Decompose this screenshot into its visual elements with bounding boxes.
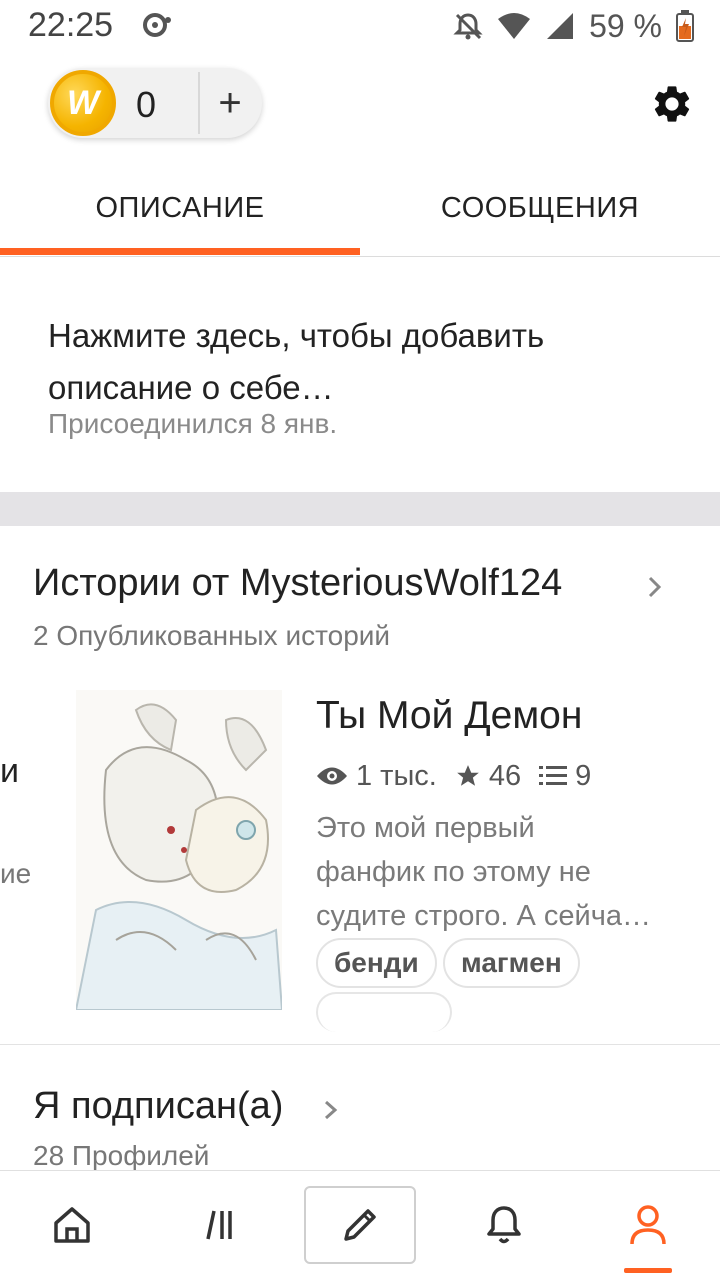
about-placeholder-line-1: Нажмите здесь, чтобы добавить: [48, 317, 545, 354]
story-votes: 46: [488, 759, 522, 792]
eye-icon: [317, 767, 347, 785]
write-icon: [344, 1209, 376, 1241]
tabs-divider: [0, 256, 720, 257]
battery-percent: 59 %: [589, 7, 662, 44]
section-separator: [0, 492, 720, 526]
nav-library[interactable]: [162, 1186, 274, 1264]
coin-count: 0: [136, 84, 157, 125]
about-placeholder[interactable]: Нажмите здесь, чтобы добавить описание о…: [48, 310, 668, 414]
story-reads: 1 тыс.: [356, 759, 437, 792]
parts-list-icon: [539, 766, 568, 785]
tab-messages[interactable]: СООБЩЕНИЯ: [360, 192, 720, 258]
chevron-right-icon[interactable]: [644, 570, 666, 604]
star-icon: [457, 765, 479, 786]
notifications-icon: [487, 1206, 521, 1244]
previous-card-peek-text: ие: [0, 858, 32, 889]
status-bar: 22:25 59 %: [0, 0, 720, 52]
story-description-line-3: судите строго. А сейча…: [316, 900, 651, 932]
status-right-group: 59 %: [453, 8, 694, 44]
story-tag[interactable]: магмен: [443, 938, 580, 988]
home-icon: [54, 1207, 90, 1243]
joined-date: Присоединился 8 янв.: [48, 408, 338, 439]
data-saver-icon: [143, 13, 171, 37]
section-divider: [0, 1044, 720, 1045]
bell-off-icon: [453, 13, 483, 40]
previous-card-peek-title: и: [0, 752, 19, 790]
coin-logo-letter: W: [66, 83, 100, 122]
story-description: Это мой первый фанфик по этому не судите…: [316, 806, 686, 938]
following-count: 28 Профилей: [33, 1140, 210, 1171]
story-parts: 9: [575, 759, 592, 792]
nav-profile[interactable]: [592, 1186, 704, 1264]
nav-active-indicator: [624, 1268, 672, 1273]
stories-count: 2 Опубликованных историй: [33, 620, 391, 651]
chevron-right-icon[interactable]: [320, 1094, 342, 1126]
wifi-icon: [498, 13, 531, 39]
battery-charging-icon: [676, 10, 694, 42]
active-tab-indicator: [0, 248, 360, 255]
stories-section-title[interactable]: Истории от MysteriousWolf124: [33, 562, 562, 605]
story-tag-partial[interactable]: [316, 992, 452, 1032]
nav-notifications[interactable]: [448, 1186, 560, 1264]
story-description-line-1: Это мой первый: [316, 812, 535, 844]
coin-icon: W: [50, 70, 116, 136]
story-stats: 1 тыс. 46 9: [316, 758, 591, 794]
buy-coins-button[interactable]: +: [200, 70, 260, 136]
profile-icon: [630, 1205, 666, 1245]
story-tag[interactable]: бенди: [316, 938, 437, 988]
nav-write[interactable]: [304, 1186, 416, 1264]
story-title[interactable]: Ты Мой Демон: [316, 694, 582, 738]
library-icon: [206, 1210, 232, 1240]
following-section-title[interactable]: Я подписан(а): [33, 1085, 283, 1128]
gear-icon[interactable]: [650, 82, 694, 126]
nav-home[interactable]: [16, 1186, 128, 1264]
status-time: 22:25: [28, 6, 114, 44]
about-placeholder-line-2: описание о себе…: [48, 369, 334, 406]
signal-icon: [547, 13, 574, 39]
story-cover-image[interactable]: [76, 690, 282, 1010]
story-description-line-2: фанфик по этому не: [316, 856, 591, 888]
